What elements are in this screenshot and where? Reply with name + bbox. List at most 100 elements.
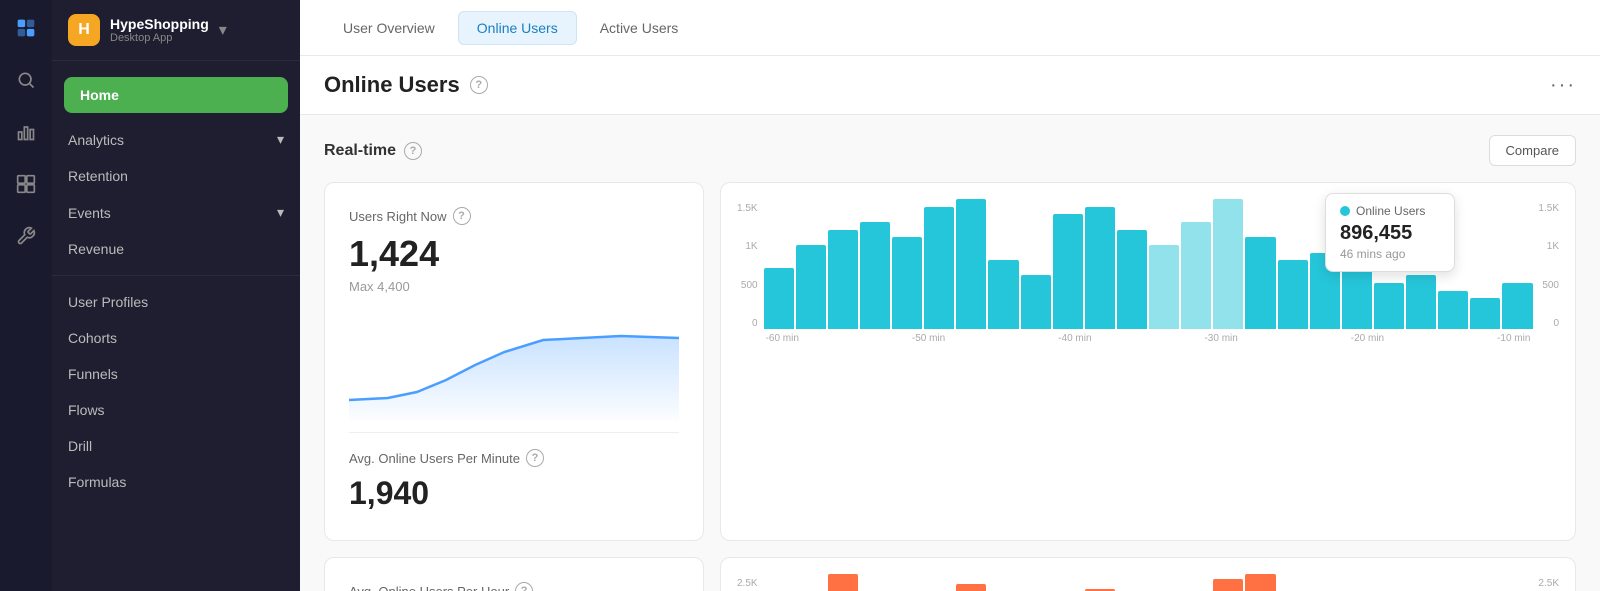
app-icon: H [68, 14, 100, 46]
sidebar-item-funnels[interactable]: Funnels [52, 356, 300, 392]
y-label-1-5k: 1.5K [737, 203, 758, 214]
compare-button[interactable]: Compare [1489, 135, 1576, 166]
wrench-icon[interactable] [10, 220, 42, 252]
bar-segment [1406, 275, 1436, 329]
chevron-down-icon: ▾ [277, 131, 284, 148]
chevron-down-icon: ▾ [277, 204, 284, 221]
help-icon[interactable]: ? [470, 76, 488, 94]
sidebar-item-label: Funnels [68, 366, 118, 382]
more-options-button[interactable]: ··· [1550, 74, 1576, 97]
avg-per-minute-help-icon[interactable]: ? [526, 449, 544, 467]
users-right-now-label: Users Right Now ? [349, 207, 679, 225]
bar-segment [1374, 283, 1404, 329]
bar-segment [828, 230, 858, 329]
avg-per-minute-label: Avg. Online Users Per Minute ? [349, 449, 679, 467]
bar-segment [1342, 268, 1372, 329]
bar-segment [1181, 222, 1211, 329]
y-label-r-0: 0 [1538, 318, 1559, 329]
bar-segment [796, 245, 826, 329]
sidebar-item-formulas[interactable]: Formulas [52, 464, 300, 500]
bar-segment [1085, 207, 1115, 329]
bar-segment-bottom [1245, 574, 1275, 591]
logo-icon [10, 12, 42, 44]
y-label-500: 500 [737, 280, 758, 291]
chevron-down-icon: ▾ [219, 20, 227, 40]
bottom-cards-row: Avg. Online Users Per Hour ? 1,355 2.5K … [324, 557, 1576, 591]
avg-per-hour-help-icon[interactable]: ? [515, 582, 533, 591]
tab-online-users[interactable]: Online Users [458, 11, 577, 45]
tooltip-time: 46 mins ago [1340, 247, 1440, 261]
tooltip-value: 896,455 [1340, 222, 1440, 245]
sidebar-item-label: Retention [68, 168, 128, 184]
x-label-20: -20 min [1351, 333, 1384, 344]
x-label-40: -40 min [1058, 333, 1091, 344]
page-title: Online Users [324, 72, 460, 98]
top-cards-row: Users Right Now ? 1,424 Max 4,400 [324, 182, 1576, 541]
bar-segment-bottom [1213, 579, 1243, 591]
y-label-r-500: 500 [1538, 280, 1559, 291]
chart-card-bottom: 2.5K 2K 1.5K 1K 2.5K 2K 1.5K 1K [720, 557, 1576, 591]
sidebar: H HypeShopping Desktop App ▾ Home Analyt… [52, 0, 300, 591]
sidebar-item-label: Events [68, 205, 111, 221]
sidebar-header[interactable]: H HypeShopping Desktop App ▾ [52, 0, 300, 61]
sidebar-nav: Home Analytics ▾ Retention Events ▾ Reve… [52, 61, 300, 508]
sidebar-item-label: Analytics [68, 132, 124, 148]
avg-per-hour-label: Avg. Online Users Per Hour ? [349, 582, 679, 591]
sidebar-item-home[interactable]: Home [64, 77, 288, 113]
sidebar-item-label: Formulas [68, 474, 126, 490]
y-label-0: 0 [737, 318, 758, 329]
sidebar-item-drill[interactable]: Drill [52, 428, 300, 464]
sidebar-item-user-profiles[interactable]: User Profiles [52, 284, 300, 320]
y-label-b-2-5k: 2.5K [737, 578, 758, 589]
x-label-60: -60 min [766, 333, 799, 344]
bar-segment [1213, 199, 1243, 329]
y-label-1k: 1K [737, 241, 758, 252]
main-content: User Overview Online Users Active Users … [300, 0, 1600, 591]
app-type: Desktop App [110, 32, 209, 44]
x-label-50: -50 min [912, 333, 945, 344]
app-info: HypeShopping Desktop App [110, 16, 209, 44]
section-title-row: Real-time ? [324, 142, 422, 160]
bar-segment [1021, 275, 1051, 329]
bar-segment [956, 199, 986, 329]
y-label-r-1-5k: 1.5K [1538, 203, 1559, 214]
sidebar-item-retention[interactable]: Retention [52, 158, 300, 194]
sidebar-item-events[interactable]: Events ▾ [52, 194, 300, 231]
sidebar-item-analytics[interactable]: Analytics ▾ [52, 121, 300, 158]
bar-segment [764, 268, 794, 329]
sidebar-item-label: Flows [68, 402, 105, 418]
content-area: Real-time ? Compare Users Right Now ? 1,… [300, 115, 1600, 591]
avg-per-minute-value: 1,940 [349, 475, 679, 512]
bar-segment [1278, 260, 1308, 329]
users-right-now-max: Max 4,400 [349, 279, 679, 294]
x-label-10: -10 min [1497, 333, 1530, 344]
realtime-help-icon[interactable]: ? [404, 142, 422, 160]
dashboard-icon[interactable] [10, 168, 42, 200]
y-label-br-2-5k: 2.5K [1538, 578, 1559, 589]
users-right-now-help-icon[interactable]: ? [453, 207, 471, 225]
tab-user-overview[interactable]: User Overview [324, 11, 454, 45]
sidebar-item-revenue[interactable]: Revenue [52, 231, 300, 267]
sidebar-item-label: User Profiles [68, 294, 148, 310]
sidebar-item-cohorts[interactable]: Cohorts [52, 320, 300, 356]
y-label-r-1k: 1K [1538, 241, 1559, 252]
search-icon[interactable] [10, 64, 42, 96]
sidebar-divider [52, 275, 300, 276]
page-title-row: Online Users ? [324, 72, 488, 98]
bar-segment [860, 222, 890, 329]
bar-segment-bottom [956, 584, 986, 591]
bar-segment [988, 260, 1018, 329]
users-right-now-value: 1,424 [349, 233, 679, 275]
app-name: HypeShopping [110, 16, 209, 32]
tab-active-users[interactable]: Active Users [581, 11, 698, 45]
icon-bar [0, 0, 52, 591]
tooltip-dot [1340, 206, 1350, 216]
sidebar-item-label: Cohorts [68, 330, 117, 346]
bar-segment [1149, 245, 1179, 329]
chart-icon[interactable] [10, 116, 42, 148]
stat-card-left: Users Right Now ? 1,424 Max 4,400 [324, 182, 704, 541]
tabs-bar: User Overview Online Users Active Users [300, 0, 1600, 56]
bar-segment [1053, 214, 1083, 329]
stat-card-bottom-left: Avg. Online Users Per Hour ? 1,355 [324, 557, 704, 591]
sidebar-item-flows[interactable]: Flows [52, 392, 300, 428]
